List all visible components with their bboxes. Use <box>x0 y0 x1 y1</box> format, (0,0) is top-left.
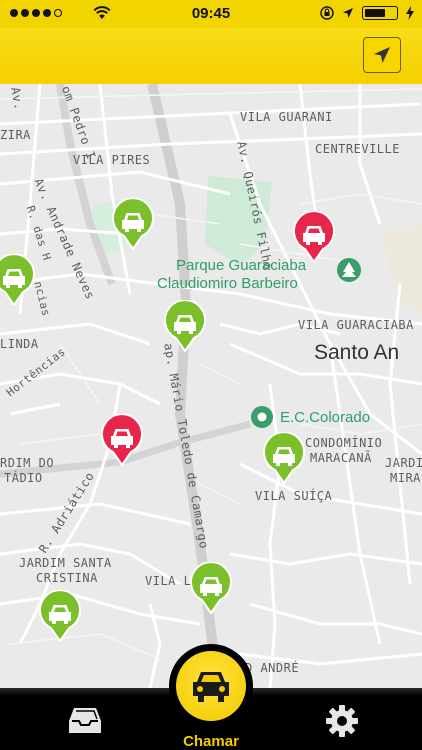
inbox-icon[interactable] <box>68 705 102 735</box>
taxi-pin-available[interactable] <box>262 432 306 484</box>
map-label: VILA GUARANI <box>240 110 333 124</box>
battery-level <box>365 9 385 17</box>
orientation-lock-icon <box>320 6 334 20</box>
map-label: RDIM DO <box>0 456 55 470</box>
taxi-pin-busy[interactable] <box>100 414 144 466</box>
map-label: CENTREVILLE <box>315 142 400 156</box>
battery-icon <box>362 6 398 20</box>
map-label: JARDI <box>385 456 422 470</box>
map-label: JARDIM SANTA <box>19 556 112 570</box>
poi-name: E.C.Colorado <box>280 409 371 426</box>
location-services-icon <box>343 8 353 18</box>
status-bar: 09:45 <box>0 0 422 28</box>
car-icon <box>193 672 229 702</box>
map-label: VILA SUÍÇA <box>255 489 333 503</box>
map-label: TÁDIO <box>4 471 43 485</box>
charging-icon <box>406 6 414 20</box>
map-label: D ANDRÉ <box>245 661 300 675</box>
park-name: Parque Guaraciaba <box>176 257 307 274</box>
map-label: CONDOMÍNIO <box>305 436 383 450</box>
taxi-pin-available[interactable] <box>38 590 82 642</box>
map-label: CRISTINA <box>36 571 98 585</box>
taxi-pin-busy[interactable] <box>292 211 336 263</box>
map-label: MIRA <box>390 471 421 485</box>
taxi-pin-available[interactable] <box>0 254 36 306</box>
locate-me-button[interactable] <box>363 37 401 73</box>
map-view[interactable]: VILA GUARANI CENTREVILLE VILA PIRES Av. … <box>0 84 422 688</box>
map-label: LINDA <box>0 337 39 351</box>
map-label: ZIRA <box>0 128 31 142</box>
taxi-pin-available[interactable] <box>111 198 155 250</box>
map-label: MARACANÃ <box>310 451 372 465</box>
city-name: Santo An <box>314 341 400 364</box>
map-label: VILA L <box>145 574 192 588</box>
park-name: Claudiomiro Barbeiro <box>157 275 298 292</box>
top-bar <box>0 28 422 85</box>
taxi-pin-available[interactable] <box>189 562 233 614</box>
map-label: VILA GUARACIABA <box>298 318 414 332</box>
taxi-pin-available[interactable] <box>163 300 207 352</box>
call-button-label[interactable]: Chamar <box>0 733 422 750</box>
call-taxi-button[interactable] <box>169 644 253 728</box>
navigation-arrow-icon <box>374 47 390 63</box>
